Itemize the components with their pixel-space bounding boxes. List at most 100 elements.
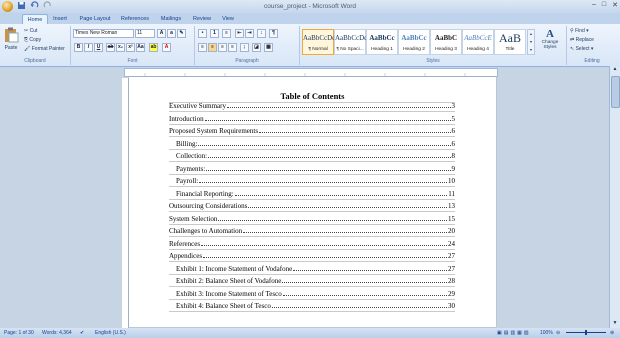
toc-entry[interactable]: Appendices 27 [169,250,455,260]
zoom-slider-thumb[interactable] [585,330,587,335]
copy-button[interactable]: ⎘ Copy [24,37,41,43]
scroll-thumb[interactable] [611,76,620,108]
toc-entry[interactable]: System Selection 15 [169,213,455,223]
shading-button[interactable]: ◪ [252,43,261,52]
maximize-button[interactable]: □ [602,1,606,9]
change-case-button[interactable]: Aa [136,43,145,52]
vertical-ruler[interactable] [122,78,129,328]
strikethrough-button[interactable]: ab [106,43,115,52]
toc-entry[interactable]: Exhibit 3: Income Statement of Tesco 29 [176,288,455,298]
grow-font-button[interactable]: A [157,29,166,38]
close-button[interactable]: ✕ [612,1,618,9]
style-heading-4[interactable]: AaBbCcE Heading 4 [462,29,494,55]
toc-entry[interactable]: Proposed System Requirements 6 [169,125,455,135]
style-normal[interactable]: AaBbCcDc ¶ Normal [302,29,335,55]
select-button[interactable]: ↖ Select ▾ [570,46,593,52]
vertical-scrollbar[interactable]: ▲ ▼ [609,66,620,328]
style-name: ¶ No Spaci... [336,47,364,52]
paste-button[interactable]: Paste [3,27,19,53]
toc-entry[interactable]: Executive Summary 3 [169,100,455,110]
style-heading-2[interactable]: AaBbCc Heading 2 [398,29,430,55]
style-heading-3[interactable]: AaBbC Heading 3 [430,29,462,55]
toc-leader [203,257,447,258]
tab-page-layout[interactable]: Page Layout [77,14,113,24]
style-title[interactable]: AaB Title [494,29,526,55]
numbering-button[interactable]: 1 [210,29,219,38]
tab-insert[interactable]: Insert [50,14,70,24]
tab-view[interactable]: View [218,14,238,24]
style-name: Heading 4 [467,47,489,52]
align-right-button[interactable]: ≡ [218,43,227,52]
view-buttons[interactable]: ▣▤▥▦▧ [497,330,531,336]
zoom-level[interactable]: 100% [540,330,553,336]
show-hide-button[interactable]: ¶ [269,29,278,38]
toc-leader [259,132,451,133]
highlight-button[interactable]: ab [149,43,158,52]
italic-button[interactable]: I [84,43,93,52]
style-heading-1[interactable]: AaBbCc Heading 1 [366,29,398,55]
sort-button[interactable]: ↕ [257,29,266,38]
zoom-in-button[interactable]: ⊕ [610,330,614,336]
change-styles-button[interactable]: A Change Styles [536,28,564,56]
zoom-out-button[interactable]: ⊖ [556,330,560,336]
toc-entry[interactable]: Billing: 6 [176,138,455,148]
toc-entry[interactable]: Payroll: 10 [176,175,455,185]
font-name-select[interactable]: Times New Roman [73,29,134,38]
align-center-button[interactable]: ≡ [208,43,217,52]
toc-entry[interactable]: Exhibit 1: Income Statement of Vodafone 2… [176,263,455,273]
horizontal-ruler[interactable] [124,68,498,77]
subscript-button[interactable]: x₂ [116,43,125,52]
tab-review[interactable]: Review [190,14,214,24]
toc-entry[interactable]: Collection: 8 [176,150,455,160]
paste-label: Paste [4,45,18,51]
toc-entry[interactable]: References 24 [169,238,455,248]
scroll-down-arrow[interactable]: ▼ [610,320,620,328]
replace-button[interactable]: ⇄ Replace [570,37,594,43]
shrink-font-button[interactable]: a [167,29,176,38]
toc-entry-text: Executive Summary [169,102,226,110]
toc-divider [169,186,455,187]
toc-entry[interactable]: Challenges to Automation 20 [169,225,455,235]
cut-button[interactable]: ✂ Cut [24,28,37,34]
language-indicator[interactable]: English (U.S.) [95,330,126,336]
bold-button[interactable]: B [74,43,83,52]
borders-button[interactable]: ▦ [264,43,273,52]
scroll-up-arrow[interactable]: ▲ [610,66,620,74]
styles-scroll[interactable]: ▴ ▾ ▾ [527,29,535,55]
find-button[interactable]: ⚲ Find ▾ [570,28,589,34]
toc-entry[interactable]: Exhibit 4: Balance Sheet of Tesco 30 [176,300,455,310]
toc-entry[interactable]: Outsourcing Considerations 13 [169,200,455,210]
underline-button[interactable]: U [94,43,103,52]
justify-button[interactable]: ≡ [228,43,237,52]
font-color-button[interactable]: A [162,43,171,52]
toc-entry[interactable]: Introduction 5 [169,113,455,123]
tab-references[interactable]: References [118,14,152,24]
toc-entry-text: Billing: [176,140,198,148]
align-left-button[interactable]: ≡ [198,43,207,52]
decrease-indent-button[interactable]: ⇤ [235,29,244,38]
toc-entry[interactable]: Exhibit 2: Balance Sheet of Vodafone 28 [176,275,455,285]
document-page[interactable]: Table of Contents Executive Summary 3 Int… [129,77,496,327]
font-size-select[interactable]: 11 [135,29,155,38]
style-sample: AaBbCcE [464,34,492,42]
toc-entry[interactable]: Payments: 9 [176,163,455,173]
tab-mailings[interactable]: Mailings [157,14,185,24]
toc-leader [243,232,447,233]
window-title: course_project - Microsoft Word [264,3,356,10]
toc-entry[interactable]: Financial Reporting: 11 [176,188,455,198]
replace-icon: ⇄ [570,37,575,43]
minimize-button[interactable]: – [592,1,596,9]
format-painter-button[interactable]: 🖌 Format Painter [24,46,65,52]
style-no-spacing[interactable]: AaBbCcDc ¶ No Spaci... [334,29,367,55]
toc-leader [218,220,447,221]
line-spacing-button[interactable]: ↨ [240,43,249,52]
superscript-button[interactable]: x² [126,43,135,52]
proofing-icon[interactable]: ✔ [80,330,84,336]
page-count[interactable]: Page: 1 of 30 [4,330,34,336]
clear-formatting-button[interactable]: ✎ [177,29,186,38]
multilevel-list-button[interactable]: ≡ [222,29,231,38]
bullets-button[interactable]: • [198,29,207,38]
toc-entry-page: 27 [448,265,455,273]
increase-indent-button[interactable]: ⇥ [245,29,254,38]
word-count[interactable]: Words: 4,364 [42,330,72,336]
